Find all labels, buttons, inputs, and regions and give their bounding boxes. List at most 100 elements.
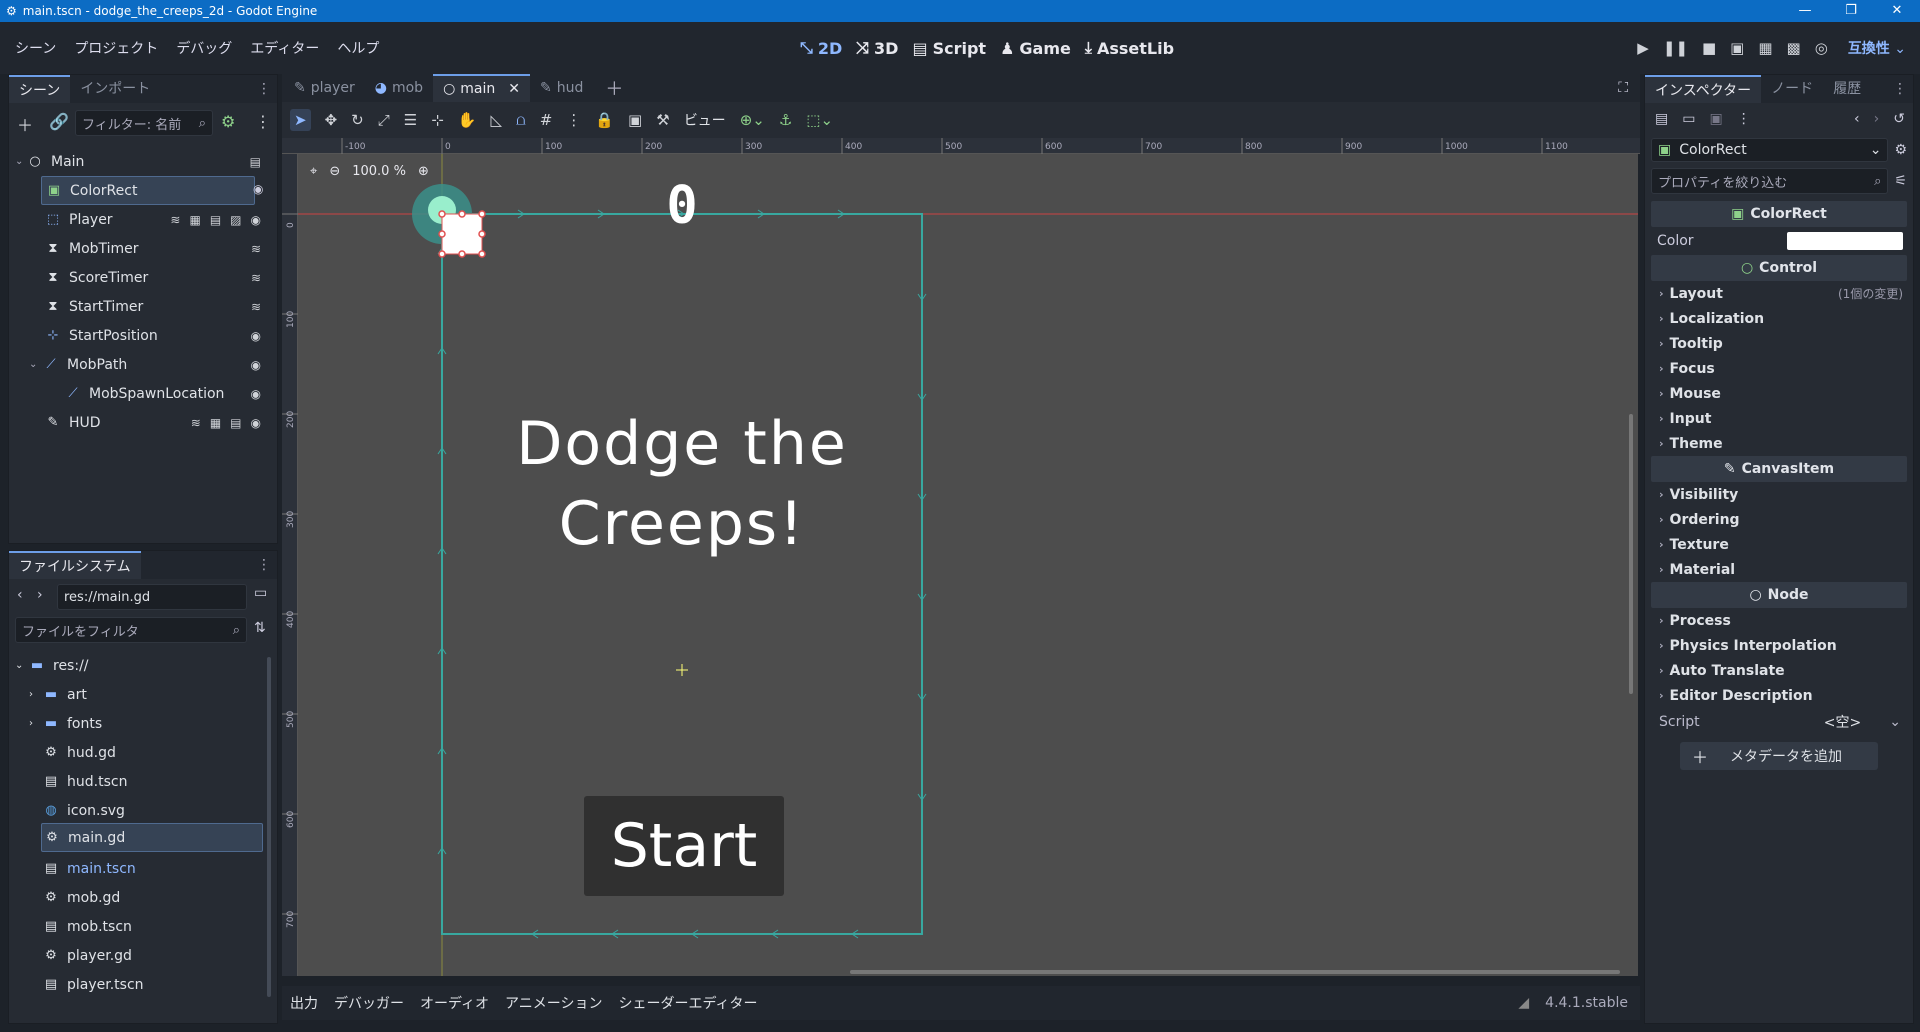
scene-instance-icon[interactable]: ▦ [189,213,200,227]
tab-node[interactable]: ノード [1761,75,1823,103]
grid-snap-icon[interactable]: # [540,111,553,129]
version-label[interactable]: 4.4.1.stable [1537,995,1640,1011]
chevron-down-icon[interactable]: ⌄ [1889,714,1901,730]
resource-menu-icon[interactable]: ⋮ [1737,111,1751,127]
pan-icon[interactable]: ✋ [458,111,477,129]
tab-output[interactable]: 出力 [282,993,326,1013]
tree-node-hud[interactable]: ✎ HUD ≋ ▦ ▤ ◉ [45,408,271,437]
main-screen-assetlib[interactable]: ⤓ AssetLib [1085,38,1174,58]
tree-node-starttimer[interactable]: ⧗ StartTimer ≋ [45,292,271,321]
expand-arrow-icon[interactable]: › [29,689,43,700]
bone-icon[interactable]: ⚒ [656,111,669,129]
sort-icon[interactable]: ⇅ [254,620,266,636]
movie-maker-icon[interactable]: ◎ [1815,39,1828,57]
play-custom-scene-icon[interactable]: ▩ [1787,39,1801,57]
visibility-eye-icon[interactable]: ◉ [251,329,261,343]
script-icon[interactable]: ▤ [230,416,241,430]
group-editor-description[interactable]: › Editor Description [1651,683,1907,708]
file-item-hud-tscn[interactable]: ▤ hud.tscn [43,767,128,796]
tab-scene[interactable]: シーン [9,75,71,103]
viewport-scrollbar-horizontal[interactable] [850,970,1620,974]
property-filter-input[interactable]: プロパティを絞り込む ⌕ [1651,168,1889,194]
scale-mode-icon[interactable]: ⤢ [378,111,390,129]
expand-arrow-icon[interactable]: › [29,718,43,729]
add-metadata-button[interactable]: ＋ メタデータを追加 [1680,742,1878,770]
file-filter-input[interactable]: ファイルをフィルタ ⌕ [15,617,247,643]
split-view-icon[interactable]: ▭ [254,585,267,601]
container-sizing-icon[interactable]: ⬚⌄ [806,111,833,129]
close-tab-icon[interactable]: ✕ [508,75,520,103]
tree-node-mobspawnlocation[interactable]: ⟋ MobSpawnLocation ◉ [65,379,271,408]
signal-icon[interactable]: ≋ [251,271,261,285]
back-icon[interactable]: ‹ [17,587,23,603]
tree-node-main[interactable]: ⌄ ○ Main ▤ [15,147,271,176]
visibility-eye-icon[interactable]: ◉ [251,416,261,430]
attach-script-icon[interactable]: ⚙ [221,112,235,131]
group-icon[interactable]: ▣ [628,111,642,129]
tab-player-scene[interactable]: ✎ player [282,74,365,102]
close-window-button[interactable]: ✕ [1874,0,1920,22]
distraction-free-icon[interactable]: ⛶ [1618,80,1628,96]
snap-options-icon[interactable]: ⋮ [566,111,581,129]
tree-node-mobtimer[interactable]: ⧗ MobTimer ≋ [45,234,271,263]
group-material[interactable]: › Material [1651,557,1907,582]
visibility-eye-icon[interactable]: ◉ [251,387,261,401]
move-mode-icon[interactable]: ✥ [325,111,338,129]
smart-snap-icon[interactable]: ⩍ [516,111,526,129]
canvas-viewport[interactable]: ⌖ ⊖ 100.0 % ⊕ 0 Dodge the Creeps! Start [298,154,1638,976]
object-history-icon[interactable]: ↺ [1893,111,1905,127]
play-scene-icon[interactable]: ▦ [1758,39,1772,57]
file-item-main-gd[interactable]: ⚙ main.gd [41,823,263,852]
file-item-player-tscn[interactable]: ▤ player.tscn [43,970,144,999]
group-input[interactable]: › Input [1651,406,1907,431]
file-item-mob-tscn[interactable]: ▤ mob.tscn [43,912,132,941]
file-item-player-gd[interactable]: ⚙ player.gd [43,941,132,970]
tab-animation[interactable]: アニメーション [497,993,610,1013]
object-properties-icon[interactable]: ⚙ [1894,142,1907,158]
group-visibility[interactable]: › Visibility [1651,482,1907,507]
dock-menu-icon[interactable]: ⋮ [1893,81,1907,97]
dock-menu-icon[interactable]: ⋮ [257,557,271,573]
forward-icon[interactable]: › [37,587,43,603]
rotate-mode-icon[interactable]: ↻ [351,111,364,129]
tab-main-scene[interactable]: ○ main ✕ [433,74,530,102]
tree-node-mobpath[interactable]: ⌄ ⟋ MobPath ◉ [29,350,271,379]
menu-help[interactable]: ヘルプ [328,38,388,58]
group-mouse[interactable]: › Mouse [1651,381,1907,406]
new-tab-icon[interactable]: ＋ [605,75,623,101]
tab-mob-scene[interactable]: ◕ mob [365,74,433,102]
group-focus[interactable]: › Focus [1651,356,1907,381]
group-physics-interpolation[interactable]: › Physics Interpolation [1651,633,1907,658]
group-localization[interactable]: › Localization [1651,306,1907,331]
object-selector[interactable]: ▣ ColorRect ⌄ [1651,138,1889,162]
menu-debug[interactable]: デバッグ [167,38,241,58]
viewport-scrollbar-vertical[interactable] [1629,414,1633,694]
dock-menu-icon[interactable]: ⋮ [257,81,271,97]
maximize-button[interactable]: ❐ [1828,0,1874,22]
collapse-arrow-icon[interactable]: ⌄ [15,660,29,671]
group-texture[interactable]: › Texture [1651,532,1907,557]
group-tooltip[interactable]: › Tooltip [1651,331,1907,356]
group-theme[interactable]: › Theme [1651,431,1907,456]
tree-node-scoretimer[interactable]: ⧗ ScoreTimer ≋ [45,263,271,292]
visibility-eye-icon[interactable]: ◉ [251,213,261,227]
property-options-icon[interactable]: ⚟ [1894,173,1907,189]
signal-icon[interactable]: ≋ [170,213,180,227]
open-resource-icon[interactable]: ▭ [1682,111,1695,127]
script-value[interactable]: <空> [1824,712,1861,732]
center-view-icon[interactable]: ⌖ [310,164,317,179]
group-auto-translate[interactable]: › Auto Translate [1651,658,1907,683]
file-item-main-tscn[interactable]: ▤ main.tscn [43,854,136,883]
menu-editor[interactable]: エディター [241,38,328,58]
view-menu[interactable]: ビュー [684,110,726,130]
tab-shader-editor[interactable]: シェーダーエディター [610,993,765,1013]
group-process[interactable]: › Process [1651,608,1907,633]
main-screen-2d[interactable]: ⤡ 2D [800,38,842,58]
start-button[interactable]: Start [584,796,784,896]
file-item-icon-svg[interactable]: ◍ icon.svg [43,796,125,825]
tab-import[interactable]: インポート [70,75,160,103]
zoom-in-icon[interactable]: ⊕ [418,164,429,179]
minimize-button[interactable]: — [1782,0,1828,22]
script-icon[interactable]: ▤ [210,213,221,227]
group-icon[interactable]: ▨ [230,213,241,227]
